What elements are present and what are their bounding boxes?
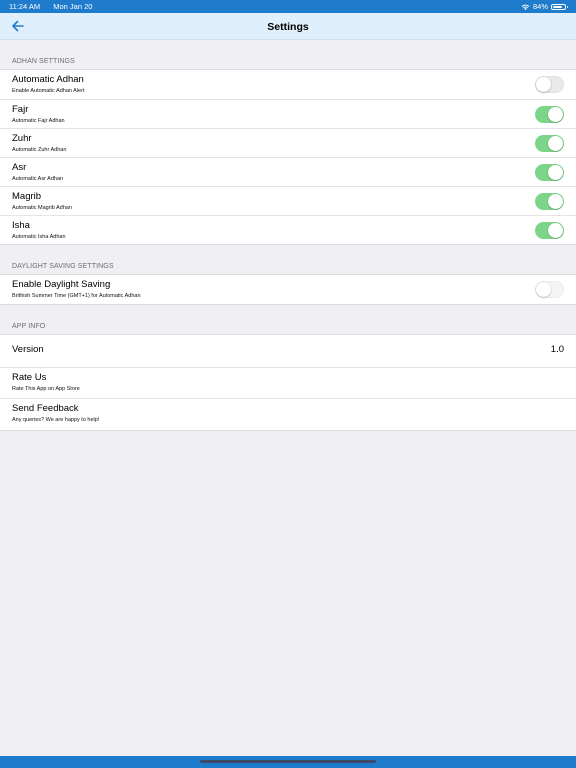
- send-feedback-row[interactable]: Send Feedback Any queries? We are happy …: [0, 398, 576, 430]
- toggle-knob: [548, 223, 563, 238]
- setting-title-fajr: Fajr: [12, 104, 29, 115]
- setting-subtitle-fajr: Automatic Fajr Adhan: [12, 118, 65, 124]
- setting-row-asr: Asr Automatic Asr Adhan: [0, 157, 576, 186]
- setting-title-enable-daylight-saving: Enable Daylight Saving: [12, 279, 111, 290]
- setting-row-isha: Isha Automatic Isha Adhan: [0, 215, 576, 244]
- version-value: 1.0: [550, 344, 564, 355]
- setting-subtitle-zuhr: Automatic Zuhr Adhan: [12, 147, 67, 153]
- status-time: 11:24 AM: [9, 2, 41, 11]
- toggle-knob: [548, 136, 563, 151]
- toggle-knob: [536, 77, 551, 92]
- setting-row-fajr: Fajr Automatic Fajr Adhan: [0, 99, 576, 128]
- setting-subtitle-magrib: Automatic Magrib Adhan: [12, 205, 72, 211]
- setting-row-zuhr: Zuhr Automatic Zuhr Adhan: [0, 128, 576, 157]
- toggle-magrib[interactable]: [535, 193, 564, 210]
- toggle-knob: [548, 194, 563, 209]
- status-bar-left: 11:24 AM Mon Jan 20: [9, 2, 92, 11]
- bottom-bar: [0, 756, 576, 768]
- setting-title-isha: Isha: [12, 220, 30, 231]
- toggle-asr[interactable]: [535, 164, 564, 181]
- navigation-bar: Settings: [0, 13, 576, 40]
- section-header-daylight: DAYLIGHT SAVING SETTINGS: [12, 263, 114, 270]
- wifi-icon: [521, 4, 530, 10]
- rate-us-row[interactable]: Rate Us Rate This App on App Store: [0, 366, 576, 399]
- setting-title-automatic-adhan: Automatic Adhan: [12, 74, 84, 85]
- page-title: Settings: [267, 21, 309, 33]
- battery-nub: [566, 5, 568, 8]
- status-bar-right: 84%: [521, 2, 568, 11]
- setting-subtitle-asr: Automatic Asr Adhan: [12, 176, 64, 182]
- version-row: Version 1.0: [0, 335, 576, 367]
- setting-subtitle-isha: Automatic Isha Adhan: [12, 234, 66, 240]
- setting-row-automatic-adhan: Automatic Adhan Enable Automatic Adhan Al…: [0, 70, 576, 99]
- setting-title-magrib: Magrib: [12, 191, 42, 202]
- home-indicator[interactable]: [200, 760, 376, 763]
- send-feedback-subtitle: Any queries? We are happy to help!: [12, 417, 100, 423]
- battery-percent: 84%: [532, 2, 548, 11]
- battery-fill: [553, 5, 562, 8]
- toggle-automatic-adhan[interactable]: [535, 76, 564, 93]
- adhan-settings-group: Automatic Adhan Enable Automatic Adhan Al…: [0, 69, 576, 245]
- status-date: Mon Jan 20: [53, 2, 93, 11]
- rate-us-title: Rate Us: [12, 371, 47, 383]
- section-header-adhan: ADHAN SETTINGS: [12, 58, 75, 65]
- toggle-fajr[interactable]: [535, 106, 564, 123]
- version-label: Version: [12, 344, 44, 355]
- setting-row-magrib: Magrib Automatic Magrib Adhan: [0, 186, 576, 215]
- toggle-knob: [548, 107, 563, 122]
- setting-subtitle-enable-daylight-saving: Brithish Summer Time (GMT+1) for Automat…: [12, 293, 141, 299]
- app-info-group: Version 1.0 Rate Us Rate This App on App…: [0, 334, 576, 431]
- status-bar: 11:24 AM Mon Jan 20 84%: [0, 0, 576, 13]
- toggle-knob: [548, 165, 563, 180]
- toggle-zuhr[interactable]: [535, 135, 564, 152]
- send-feedback-title: Send Feedback: [12, 403, 79, 414]
- rate-us-subtitle: Rate This App on App Store: [12, 385, 80, 392]
- setting-row-enable-daylight-saving: Enable Daylight Saving Brithish Summer Ti…: [0, 275, 576, 304]
- section-header-app-info: APP INFO: [12, 323, 46, 330]
- toggle-isha[interactable]: [535, 222, 564, 239]
- setting-subtitle-automatic-adhan: Enable Automatic Adhan Alert: [12, 88, 85, 94]
- toggle-knob: [536, 282, 551, 297]
- setting-title-asr: Asr: [12, 162, 27, 173]
- toggle-enable-daylight-saving[interactable]: [535, 281, 564, 298]
- battery-icon: [551, 3, 568, 10]
- setting-title-zuhr: Zuhr: [12, 133, 32, 144]
- daylight-settings-group: Enable Daylight Saving Brithish Summer Ti…: [0, 274, 576, 305]
